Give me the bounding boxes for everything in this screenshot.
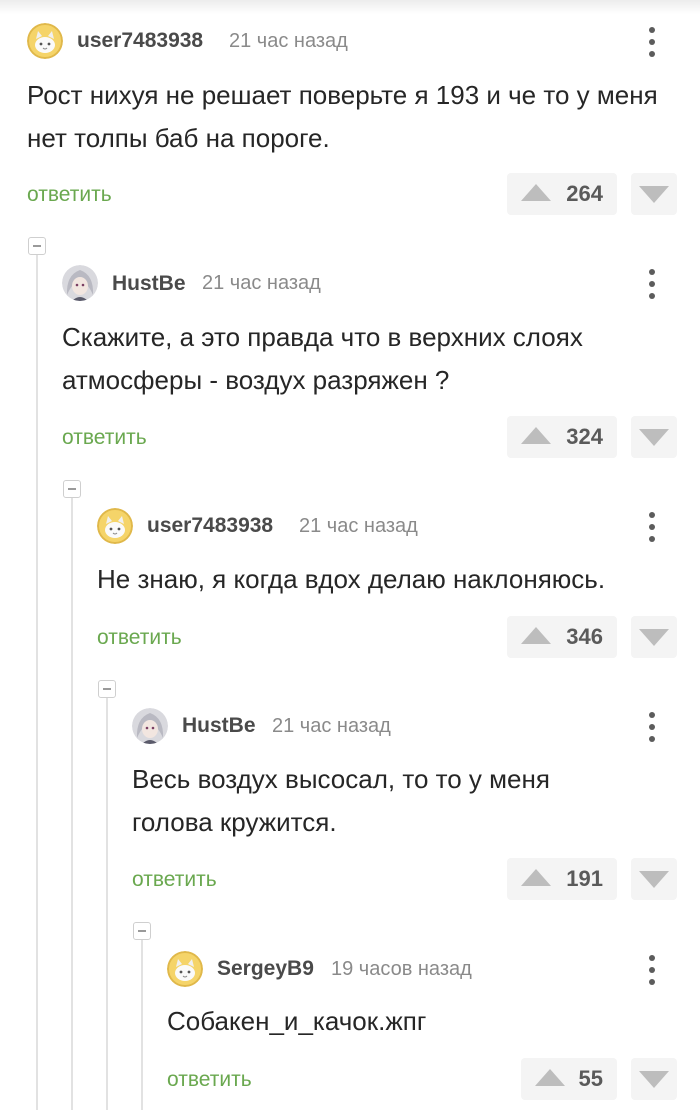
comment-text: Рост нихуя не решает поверьте я 193 и че… <box>27 80 658 153</box>
thread-line <box>71 497 73 1110</box>
reply-link[interactable]: ответить <box>97 626 182 650</box>
vote-score: 346 <box>566 624 603 649</box>
downvote-button[interactable] <box>631 1058 677 1100</box>
reply-link[interactable]: ответить <box>167 1068 252 1092</box>
thread-line <box>106 697 108 1110</box>
comment-username[interactable]: HustBe <box>112 272 186 296</box>
comment-username[interactable]: user7483938 <box>77 29 203 53</box>
collapse-thread-button[interactable] <box>133 922 151 940</box>
reply-link[interactable]: ответить <box>62 426 147 450</box>
downvote-button[interactable] <box>631 858 677 900</box>
comment-username[interactable]: user7483938 <box>147 514 273 538</box>
arrow-up-icon <box>521 869 551 886</box>
cat-face-avatar-icon <box>167 951 203 987</box>
comment-menu-button[interactable] <box>642 711 662 743</box>
vote-score: 191 <box>566 866 603 891</box>
upvote-button[interactable]: 264 <box>507 173 617 215</box>
comment-text: Скажите, а это правда что в верхних слоя… <box>62 322 583 395</box>
upvote-button[interactable]: 346 <box>507 616 617 658</box>
comment-menu-button[interactable] <box>642 511 662 543</box>
upvote-button[interactable]: 191 <box>507 858 617 900</box>
comment-text: Весь воздух высосал, то то у меня голова… <box>132 764 550 837</box>
arrow-down-icon <box>639 186 669 203</box>
comment-timestamp: 21 час назад <box>299 515 418 537</box>
arrow-down-icon <box>639 871 669 888</box>
cat-face-avatar-icon <box>27 23 63 59</box>
collapse-thread-button[interactable] <box>63 480 81 498</box>
avatar[interactable] <box>132 708 168 744</box>
arrow-up-icon <box>521 627 551 644</box>
reply-link[interactable]: ответить <box>27 183 112 207</box>
collapse-thread-button[interactable] <box>98 680 116 698</box>
arrow-up-icon <box>521 427 551 444</box>
thread-line <box>141 940 143 1110</box>
thread-line <box>36 255 38 1110</box>
avatar[interactable] <box>62 265 98 301</box>
downvote-button[interactable] <box>631 616 677 658</box>
anime-portrait-avatar-icon <box>62 265 98 301</box>
comment-timestamp: 21 час назад <box>202 272 321 294</box>
comment-menu-button[interactable] <box>642 26 662 58</box>
arrow-up-icon <box>535 1069 565 1086</box>
comment-username[interactable]: HustBe <box>182 714 256 738</box>
comment-username[interactable]: SergeyB9 <box>217 957 314 981</box>
vote-score: 264 <box>566 181 603 206</box>
upvote-button[interactable]: 324 <box>507 416 617 458</box>
comment-text: Собакен_и_качок.жпг <box>167 1006 427 1036</box>
avatar[interactable] <box>27 23 63 59</box>
anime-portrait-avatar-icon <box>132 708 168 744</box>
downvote-button[interactable] <box>631 416 677 458</box>
downvote-button[interactable] <box>631 173 677 215</box>
arrow-down-icon <box>639 629 669 646</box>
comment-timestamp: 19 часов назад <box>331 958 472 980</box>
avatar[interactable] <box>167 951 203 987</box>
comment-text: Не знаю, я когда вдох делаю наклоняюсь. <box>97 564 606 594</box>
vote-score: 324 <box>566 424 603 449</box>
top-shadow <box>0 0 700 14</box>
vote-score: 55 <box>578 1066 603 1091</box>
comment-timestamp: 21 час назад <box>272 715 391 737</box>
avatar[interactable] <box>97 508 133 544</box>
collapse-thread-button[interactable] <box>28 237 46 255</box>
arrow-down-icon <box>639 1071 669 1088</box>
upvote-button[interactable]: 55 <box>521 1058 617 1100</box>
cat-face-avatar-icon <box>97 508 133 544</box>
comment-menu-button[interactable] <box>642 954 662 986</box>
reply-link[interactable]: ответить <box>132 868 217 892</box>
comment-timestamp: 21 час назад <box>229 30 348 52</box>
comment-menu-button[interactable] <box>642 268 662 300</box>
arrow-up-icon <box>521 184 551 201</box>
arrow-down-icon <box>639 429 669 446</box>
